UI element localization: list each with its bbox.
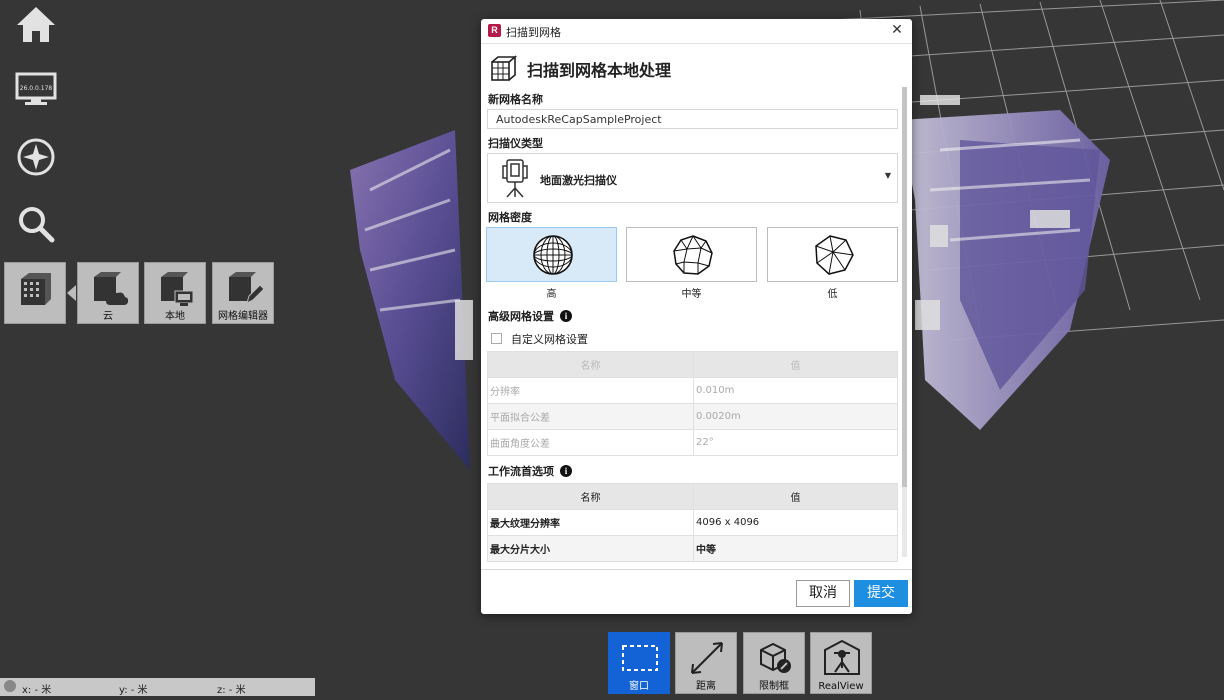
home-icon[interactable] bbox=[12, 0, 60, 48]
mesh-name-input[interactable] bbox=[487, 109, 898, 129]
realview-tool[interactable]: RealView bbox=[810, 632, 872, 694]
mesh-icon bbox=[21, 273, 51, 305]
row-name: 最大纹理分辨率 bbox=[487, 509, 694, 536]
table-row[interactable]: 最大分片大小 中等 bbox=[487, 535, 898, 562]
distance-icon bbox=[691, 642, 723, 674]
mesh-cloud-icon bbox=[94, 272, 128, 305]
workflow-preferences-label: 工作流首选项 i bbox=[488, 463, 572, 479]
chevron-down-icon: ▼ bbox=[884, 171, 891, 180]
density-low-option[interactable] bbox=[767, 227, 898, 282]
mesh-cloud-label: 云 bbox=[103, 311, 113, 322]
sphere-low-icon bbox=[815, 235, 854, 275]
row-name: 分辨率 bbox=[487, 377, 694, 404]
dialog-titlebar: R 扫描到网格 ✕ bbox=[481, 19, 912, 44]
window-select-label: 窗口 bbox=[629, 681, 649, 692]
column-header-value: 值 bbox=[693, 483, 898, 510]
limit-box-label: 限制框 bbox=[759, 681, 789, 692]
column-header-name: 名称 bbox=[487, 483, 694, 510]
custom-mesh-checkbox[interactable] bbox=[491, 333, 502, 344]
mesh-button[interactable] bbox=[4, 262, 66, 324]
mesh-local-button[interactable]: 本地 bbox=[144, 262, 206, 324]
scanner-type-label: 扫描仪类型 bbox=[488, 137, 543, 150]
density-medium-label: 中等 bbox=[681, 289, 702, 300]
table-row: 平面拟合公差 0.0020m bbox=[487, 403, 898, 430]
realview-icon bbox=[824, 639, 860, 675]
table-header-row: 名称 值 bbox=[487, 351, 898, 378]
mesh-editor-button[interactable]: 网格编辑器 bbox=[212, 262, 274, 324]
row-value[interactable]: 中等 bbox=[693, 535, 898, 562]
mesh-local-label: 本地 bbox=[165, 311, 185, 322]
sphere-medium-icon bbox=[673, 235, 713, 275]
limit-box-tool[interactable]: 限制框 bbox=[743, 632, 805, 694]
coordinate-icon bbox=[4, 680, 16, 692]
limit-box-icon bbox=[760, 642, 791, 673]
scanner-type-value: 地面激光扫描仪 bbox=[540, 174, 617, 187]
dialog-heading: 扫描到网格本地处理 bbox=[527, 61, 672, 80]
window-select-icon bbox=[622, 645, 658, 671]
monitor-ip-text: 26.0.0.178 bbox=[20, 85, 53, 92]
table-row: 分辨率 0.010m bbox=[487, 377, 898, 404]
info-icon[interactable]: i bbox=[560, 310, 572, 322]
cancel-button[interactable]: 取消 bbox=[796, 580, 850, 607]
table-row[interactable]: 最大纹理分辨率 4096 x 4096 bbox=[487, 509, 898, 536]
custom-mesh-label: 自定义网格设置 bbox=[511, 333, 588, 346]
coord-y: y: - 米 bbox=[119, 685, 148, 696]
distance-label: 距离 bbox=[696, 681, 716, 692]
compass-icon[interactable] bbox=[12, 133, 60, 181]
row-name: 平面拟合公差 bbox=[487, 403, 694, 430]
terrestrial-scanner-icon bbox=[502, 159, 528, 198]
row-name: 最大分片大小 bbox=[487, 535, 694, 562]
workflow-preferences-text: 工作流首选项 bbox=[488, 465, 554, 478]
density-low-label: 低 bbox=[827, 289, 838, 300]
scrollbar-thumb[interactable] bbox=[902, 87, 907, 487]
search-icon[interactable] bbox=[12, 200, 60, 248]
flyout-pointer bbox=[67, 285, 76, 301]
coord-z: z: - 米 bbox=[217, 685, 246, 696]
scanner-type-dropdown[interactable]: 地面激光扫描仪 ▼ bbox=[487, 153, 898, 203]
density-medium-option[interactable] bbox=[626, 227, 757, 282]
advanced-settings-text: 高级网格设置 bbox=[488, 310, 554, 323]
sphere-high-icon bbox=[533, 235, 573, 275]
info-icon[interactable]: i bbox=[560, 465, 572, 477]
column-header-value: 值 bbox=[693, 351, 898, 378]
ip-monitor-icon[interactable]: 26.0.0.178 bbox=[12, 64, 60, 112]
row-name: 曲面角度公差 bbox=[487, 429, 694, 456]
distance-tool[interactable]: 距离 bbox=[675, 632, 737, 694]
row-value: 0.010m bbox=[693, 377, 898, 404]
window-select-tool[interactable]: 窗口 bbox=[608, 632, 670, 694]
coord-x: x: - 米 bbox=[22, 685, 52, 696]
close-button[interactable]: ✕ bbox=[888, 21, 906, 39]
advanced-settings-table: 名称 值 分辨率 0.010m 平面拟合公差 0.0020m 曲面角度公差 22… bbox=[487, 351, 898, 456]
row-value: 22° bbox=[693, 429, 898, 456]
recap-logo-icon: R bbox=[488, 24, 501, 37]
submit-button[interactable]: 提交 bbox=[854, 580, 908, 607]
scan-to-mesh-dialog: R 扫描到网格 ✕ 扫描到网格本地处理 新网格名称 扫描仪类型 地面激光扫描仪 … bbox=[481, 19, 912, 614]
column-header-name: 名称 bbox=[487, 351, 694, 378]
density-high-option[interactable] bbox=[486, 227, 617, 282]
mesh-cloud-button[interactable]: 云 bbox=[77, 262, 139, 324]
realview-label: RealView bbox=[818, 681, 864, 692]
density-high-label: 高 bbox=[546, 289, 557, 300]
workflow-preferences-table: 名称 值 最大纹理分辨率 4096 x 4096 最大分片大小 中等 bbox=[487, 483, 898, 562]
coordinate-bar: x: - 米 y: - 米 z: - 米 bbox=[0, 678, 315, 696]
dialog-title: 扫描到网格 bbox=[506, 26, 561, 39]
table-header-row: 名称 值 bbox=[487, 483, 898, 510]
advanced-settings-label: 高级网格设置 i bbox=[488, 308, 572, 324]
table-row: 曲面角度公差 22° bbox=[487, 429, 898, 456]
mesh-cube-icon bbox=[491, 55, 518, 81]
mesh-editor-label: 网格编辑器 bbox=[218, 311, 268, 322]
mesh-density-label: 网格密度 bbox=[488, 211, 532, 224]
row-value[interactable]: 4096 x 4096 bbox=[693, 509, 898, 536]
mesh-name-label: 新网格名称 bbox=[488, 93, 543, 106]
mesh-local-icon bbox=[161, 272, 194, 306]
mesh-editor-icon bbox=[229, 272, 263, 304]
row-value: 0.0020m bbox=[693, 403, 898, 430]
